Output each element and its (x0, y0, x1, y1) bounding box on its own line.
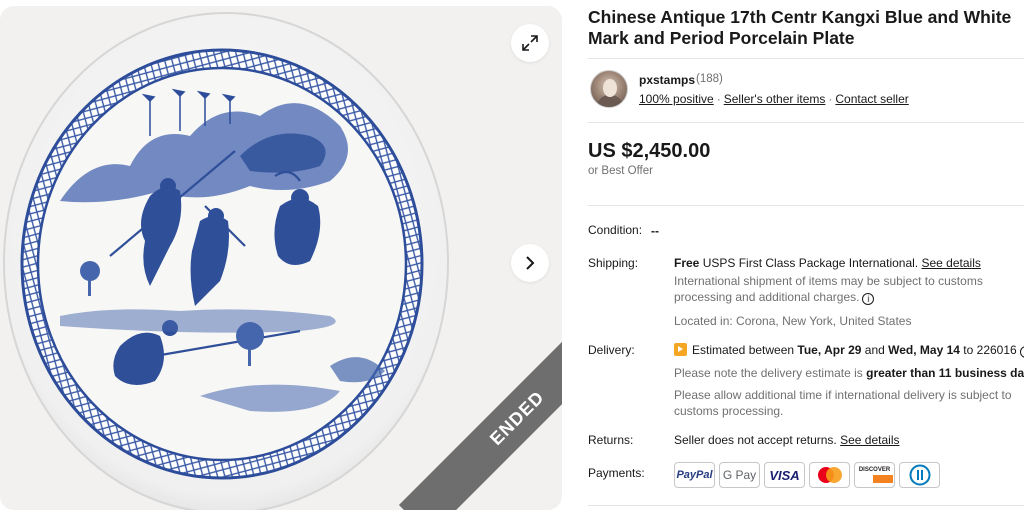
condition-value: -- (651, 224, 659, 238)
seller-positive-link[interactable]: 100% positive (639, 92, 714, 106)
seller-links: 100% positive · Seller's other items · Conta… (639, 92, 909, 106)
condition-label: Condition: (588, 223, 643, 237)
divider (588, 205, 1024, 206)
shipping-value: Free USPS First Class Package Internatio… (674, 255, 1024, 271)
shipping-free: Free (674, 256, 700, 270)
delivery-badge-icon (674, 343, 687, 356)
shipping-method: USPS First Class Package International. (702, 256, 919, 270)
delivery-note-bold: greater than 11 business days (866, 366, 1024, 380)
delivery-note-prefix: Please note the delivery estimate is (674, 366, 863, 380)
delivery-note-2: Please allow additional time if internat… (674, 388, 1012, 402)
discover-icon: DISCOVER (854, 462, 895, 488)
delivery-to: to 226016 (963, 343, 1017, 357)
shipping-note-2-row: processing and additional charges. i (674, 289, 1024, 305)
price: US $2,450.00 (588, 140, 711, 162)
payment-methods: PayPal G Pay VISA DISCOVER (674, 462, 940, 488)
image-gallery: ENDED (0, 6, 562, 510)
returns-text: Seller does not accept returns. (674, 433, 837, 447)
delivery-date-1: Tue, Apr 29 (797, 343, 862, 357)
seller-avatar[interactable] (590, 70, 628, 108)
paypal-icon: PayPal (674, 462, 715, 488)
best-offer-note: or Best Offer (588, 165, 653, 177)
divider (588, 58, 1024, 59)
shipping-label: Shipping: (588, 256, 639, 270)
delivery-and: and (864, 343, 885, 357)
next-image-button[interactable] (511, 244, 549, 282)
divider (588, 505, 1024, 506)
returns-value: Seller does not accept returns. See deta… (674, 432, 1024, 448)
delivery-estimate: Estimated between Tue, Apr 29 and Wed, M… (674, 342, 1024, 358)
seller-other-items-link[interactable]: Seller's other items (724, 92, 826, 106)
listing-info: Chinese Antique 17th Centr Kangxi Blue a… (588, 0, 1024, 514)
expand-icon (522, 35, 538, 51)
delivery-label: Delivery: (588, 343, 635, 357)
delivery-note-3: customs processing. (674, 404, 784, 418)
expand-image-button[interactable] (511, 24, 549, 62)
shipping-note-2: processing and additional charges. (674, 290, 860, 304)
delivery-est-prefix: Estimated between (692, 343, 795, 357)
mastercard-icon (809, 462, 850, 488)
returns-label: Returns: (588, 433, 634, 447)
located-in: Located in: Corona, New York, United Sta… (674, 314, 912, 328)
delivery-date-2: Wed, May 14 (888, 343, 960, 357)
shipping-see-details-link[interactable]: See details (921, 256, 980, 270)
returns-see-details-link[interactable]: See details (840, 433, 899, 447)
seller-name[interactable]: pxstamps (639, 73, 695, 87)
chevron-right-icon (526, 256, 535, 270)
visa-icon: VISA (764, 462, 805, 488)
delivery-note-1: Please note the delivery estimate is gre… (674, 365, 1024, 381)
listing-title: Chinese Antique 17th Centr Kangxi Blue a… (588, 7, 1012, 48)
google-pay-icon: G Pay (719, 462, 760, 488)
seller-feedback-count: (188) (696, 73, 723, 85)
payments-label: Payments: (588, 466, 645, 480)
info-icon[interactable]: i (862, 293, 875, 305)
divider (588, 122, 1024, 123)
contact-seller-link[interactable]: Contact seller (835, 92, 908, 106)
info-icon[interactable]: i (1019, 346, 1024, 358)
seller-card: pxstamps (188) 100% positive · Seller's ot… (588, 70, 1024, 110)
shipping-note-1: International shipment of items may be s… (674, 274, 983, 288)
diners-club-icon (899, 462, 940, 488)
